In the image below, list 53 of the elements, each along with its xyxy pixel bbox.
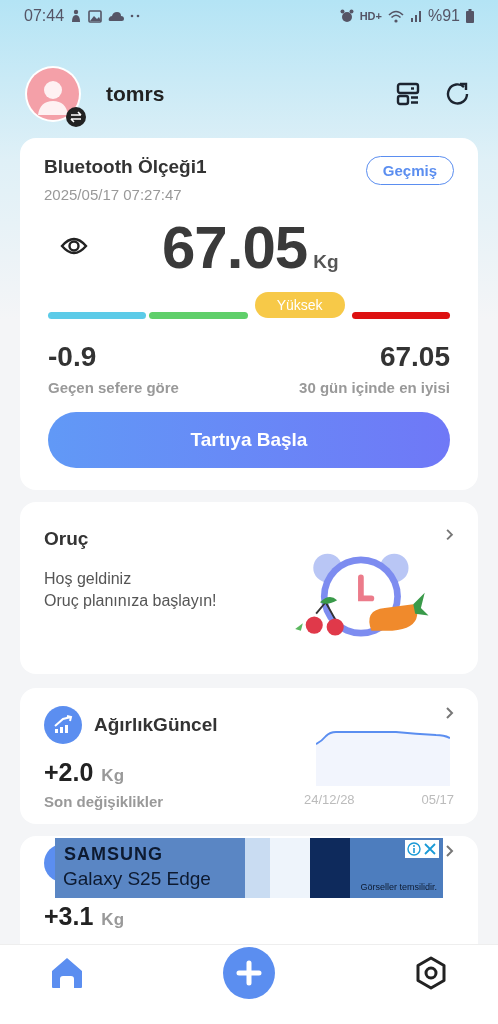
stat-label: Geçen sefere göre	[48, 379, 179, 396]
person-icon	[70, 9, 83, 23]
weight-change-value: +3.1	[44, 902, 94, 931]
weight-trend-card[interactable]: AğırlıkGüncel +2.0 Kg Son değişiklikler 24/12/28 05/17	[20, 688, 478, 824]
info-icon[interactable]	[407, 842, 421, 856]
settings-icon[interactable]	[414, 956, 448, 990]
stat-value: 67.05	[378, 341, 450, 373]
summary-card[interactable]: SAMSUNG Galaxy S25 Edge Görseller temsilidir. +3.1 Kg	[20, 836, 478, 944]
signal-icon	[409, 10, 422, 22]
ad-brand: SAMSUNG	[64, 844, 163, 865]
axis-label: 05/17	[421, 792, 454, 807]
card-title: Oruç	[44, 528, 90, 550]
avatar[interactable]	[24, 65, 82, 123]
network-type: HD+	[359, 10, 382, 22]
close-icon[interactable]	[423, 842, 437, 856]
weight-unit: Kg	[101, 766, 125, 786]
alarm-icon	[339, 9, 354, 23]
welcome-text: Oruç planınıza başlayın!	[44, 591, 217, 611]
weight-unit: Kg	[101, 910, 125, 930]
cloud-icon	[108, 11, 125, 21]
weight-change-value: +2.0	[44, 758, 94, 787]
chevron-icon[interactable]	[445, 706, 454, 720]
card-title: AğırlıkGüncel	[94, 714, 218, 736]
username: tomrs	[106, 82, 166, 106]
wifi-icon	[387, 9, 404, 23]
card-title: Bluetooth Ölçeği1	[44, 156, 207, 178]
clock: 07:44	[24, 7, 65, 25]
ad-product: Galaxy S25 Edge	[63, 868, 211, 890]
axis-label: 24/12/28	[304, 792, 355, 807]
fasting-card[interactable]: Oruç Hoş geldiniz Oruç planınıza başlayın!	[20, 502, 478, 674]
caption: Son değişiklikler	[44, 793, 165, 810]
stat-value: -0.9	[48, 341, 98, 373]
ad-disclaimer: Görseller temsilidir.	[360, 882, 437, 892]
level-badge: Yüksek	[254, 292, 345, 318]
home-icon[interactable]	[50, 957, 84, 989]
trend-chart-icon	[44, 706, 82, 744]
welcome-text: Hoş geldiniz	[44, 569, 133, 589]
refresh-icon[interactable]	[446, 82, 470, 106]
ad-banner[interactable]: SAMSUNG Galaxy S25 Edge Görseller temsilidir.	[55, 838, 443, 898]
add-icon[interactable]	[223, 947, 275, 999]
image-icon	[88, 9, 103, 23]
chevron-icon[interactable]	[445, 528, 454, 542]
weight-unit: Kg	[313, 251, 339, 273]
layout-icon[interactable]	[396, 82, 420, 106]
chevron-icon[interactable]	[445, 844, 454, 858]
more-icon	[130, 14, 141, 18]
weight-value: 67.05	[162, 213, 308, 282]
eye-icon[interactable]	[60, 236, 88, 256]
switch-badge-icon[interactable]	[66, 107, 86, 127]
battery-icon	[466, 9, 474, 23]
battery-level: %91	[427, 7, 460, 25]
stat-label: 30 gün içinde en iyisi	[299, 379, 450, 396]
timestamp: 2025/05/17 07:27:47	[44, 186, 183, 203]
